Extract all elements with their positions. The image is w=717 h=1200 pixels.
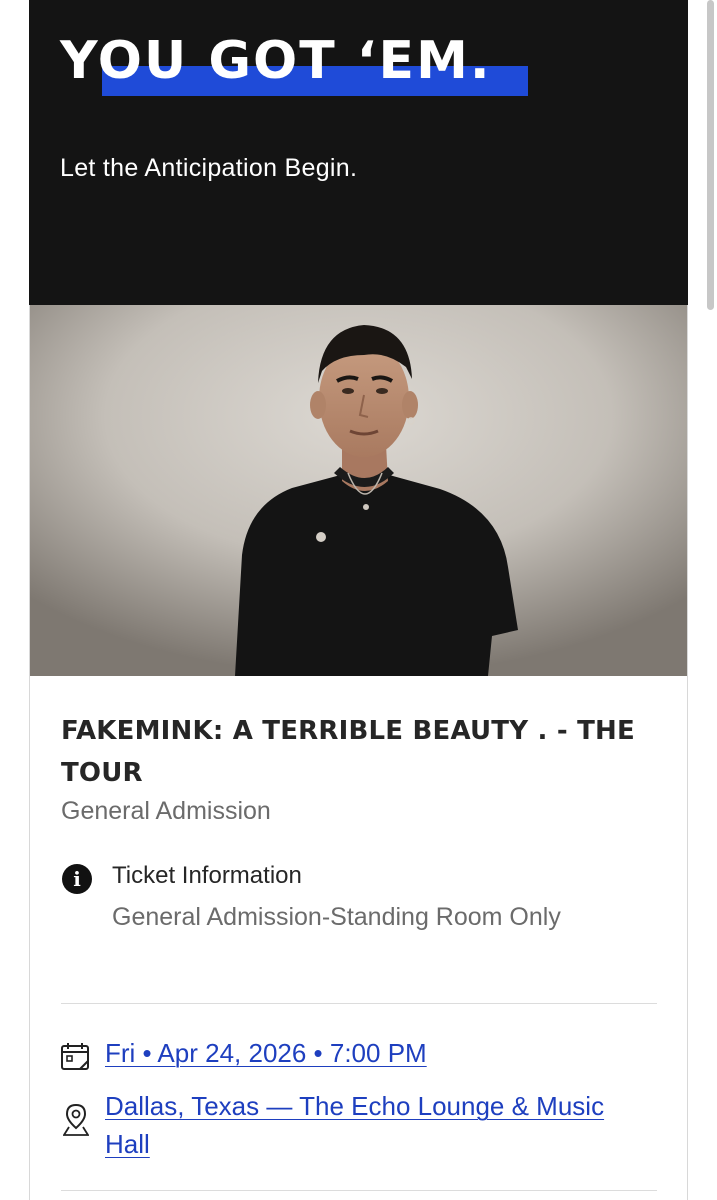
event-venue-link[interactable]: Dallas, Texas — The Echo Lounge & Music … bbox=[105, 1087, 645, 1163]
event-title: FAKEMINK: A TERRIBLE BEAUTY . - THE TOUR bbox=[61, 716, 635, 788]
scrollbar-thumb[interactable] bbox=[707, 0, 714, 310]
ticket-information-value: General Admission-Standing Room Only bbox=[112, 903, 561, 931]
ticket-type: General Admission bbox=[61, 797, 271, 825]
ticket-information-label: Ticket Information bbox=[112, 862, 302, 889]
info-icon: i bbox=[62, 864, 92, 894]
ticket-card: FAKEMINK: A TERRIBLE BEAUTY . - THE TOUR… bbox=[29, 305, 688, 1200]
location-pin-icon bbox=[63, 1103, 89, 1136]
confirmation-subheading: Let the Anticipation Begin. bbox=[60, 154, 358, 182]
artist-photo-illustration bbox=[30, 305, 687, 676]
confirmation-banner: YOU GOT ‘EM. Let the Anticipation Begin. bbox=[29, 0, 688, 305]
confirmation-heading: YOU GOT ‘EM. bbox=[60, 31, 492, 91]
calendar-icon bbox=[61, 1043, 89, 1070]
artist-photo bbox=[30, 305, 687, 676]
section-divider-bottom bbox=[61, 1190, 657, 1191]
ticket-confirmation-page: YOU GOT ‘EM. Let the Anticipation Begin. bbox=[0, 0, 717, 1200]
event-date-link[interactable]: Fri • Apr 24, 2026 • 7:00 PM bbox=[105, 1038, 427, 1069]
section-divider bbox=[61, 1003, 657, 1004]
